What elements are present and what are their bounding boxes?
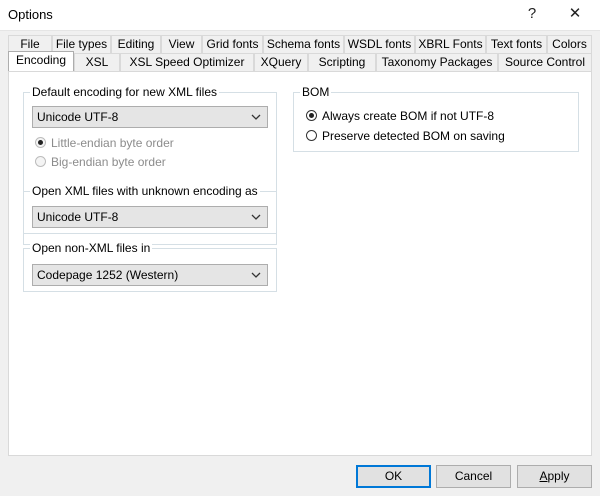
help-icon[interactable]: ? — [519, 4, 545, 24]
tab-xbrl-fonts[interactable]: XBRL Fonts — [415, 35, 486, 53]
big-endian-label: Big-endian byte order — [51, 155, 166, 169]
tab-xsl-speed-optimizer[interactable]: XSL Speed Optimizer — [120, 53, 254, 71]
tab-source-control[interactable]: Source Control — [498, 53, 592, 71]
non-xml-legend: Open non-XML files in — [30, 241, 153, 255]
radio-dot-icon — [35, 137, 46, 148]
apply-mnemonic: A — [539, 469, 548, 483]
tab-scripting[interactable]: Scripting — [308, 53, 376, 71]
radio-dot-icon — [306, 130, 317, 141]
tab-editing[interactable]: Editing — [111, 35, 161, 53]
tab-colors[interactable]: Colors — [547, 35, 592, 53]
tab-view[interactable]: View — [161, 35, 202, 53]
cancel-button[interactable]: Cancel — [436, 465, 511, 488]
tab-taxonomy-packages[interactable]: Taxonomy Packages — [376, 53, 498, 71]
close-icon[interactable]: ✕ — [562, 4, 588, 24]
title-bar: Options ? ✕ — [0, 0, 600, 31]
unknown-encoding-value: Unicode UTF-8 — [37, 210, 119, 224]
non-xml-encoding-select[interactable]: Codepage 1252 (Western) — [32, 264, 268, 286]
apply-label: pply — [547, 469, 570, 483]
bom-group: BOM Always create BOM if not UTF-8 Prese… — [293, 85, 579, 152]
tab-wsdl-fonts[interactable]: WSDL fonts — [344, 35, 415, 53]
always-create-bom-label: Always create BOM if not UTF-8 — [322, 109, 495, 123]
default-encoding-select[interactable]: Unicode UTF-8 — [32, 106, 268, 128]
non-xml-group: Open non-XML files in Codepage 1252 (Wes… — [23, 241, 277, 292]
bom-legend: BOM — [300, 85, 332, 99]
unknown-encoding-select[interactable]: Unicode UTF-8 — [32, 206, 268, 228]
unknown-encoding-legend: Open XML files with unknown encoding as — [30, 184, 260, 198]
chevron-down-icon — [251, 272, 261, 278]
little-endian-label: Little-endian byte order — [51, 136, 174, 150]
tab-xquery[interactable]: XQuery — [254, 53, 308, 71]
unknown-encoding-group: Open XML files with unknown encoding as … — [23, 184, 277, 234]
default-encoding-legend: Default encoding for new XML files — [30, 85, 219, 99]
chevron-down-icon — [251, 114, 261, 120]
radio-dot-icon — [35, 156, 46, 167]
default-encoding-value: Unicode UTF-8 — [37, 110, 119, 124]
radio-dot-icon — [306, 110, 317, 121]
non-xml-encoding-value: Codepage 1252 (Western) — [37, 268, 179, 282]
chevron-down-icon — [251, 214, 261, 220]
preserve-bom-label: Preserve detected BOM on saving — [322, 129, 505, 143]
ok-button[interactable]: OK — [356, 465, 431, 488]
tab-text-fonts[interactable]: Text fonts — [486, 35, 547, 53]
window-title: Options — [8, 7, 53, 22]
tab-encoding[interactable]: Encoding — [8, 51, 74, 71]
tab-xsl[interactable]: XSL — [74, 53, 120, 71]
tab-schema-fonts[interactable]: Schema fonts — [263, 35, 344, 53]
tab-grid-fonts[interactable]: Grid fonts — [202, 35, 263, 53]
encoding-panel: Default encoding for new XML files Unico… — [8, 71, 592, 456]
apply-button[interactable]: Apply — [517, 465, 592, 488]
